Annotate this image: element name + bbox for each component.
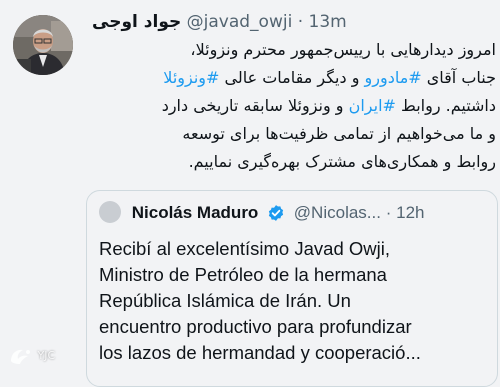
text-segment: امروز دیدارهایی با رییس‌جمهور محترم ونزو… bbox=[190, 40, 496, 59]
tweet-text-line: امروز دیدارهایی با رییس‌جمهور محترم ونزو… bbox=[72, 36, 496, 64]
tweet-text-line: داشتیم. روابط #ایران و ونزوئلا سابقه تار… bbox=[72, 92, 496, 120]
separator-dot: · bbox=[385, 203, 392, 222]
text-segment: داشتیم. روابط bbox=[395, 96, 496, 115]
yjc-logo-icon bbox=[11, 349, 30, 364]
tweet-text-line: روابط و همکاری‌های مشترک بهره‌گیری نمایی… bbox=[72, 148, 496, 176]
verified-badge-icon bbox=[267, 203, 285, 231]
hashtag-link[interactable]: #مادورو bbox=[365, 68, 422, 87]
quoted-author-name[interactable]: Nicolás Maduro bbox=[132, 203, 259, 222]
author-handle[interactable]: @javad_owji bbox=[187, 12, 293, 32]
quoted-text-line: República Islámica de Irán. Un bbox=[99, 290, 351, 311]
hashtag-link[interactable]: #ایران bbox=[349, 96, 396, 115]
quoted-tweet-time[interactable]: 12h bbox=[396, 203, 424, 222]
author-avatar[interactable] bbox=[13, 15, 73, 75]
tweet-text-line: و ما می‌خواهیم از تمامی ظرفیت‌ها برای تو… bbox=[72, 120, 496, 148]
quoted-tweet-text: Recibí al excelentísimo Javad Owji, Mini… bbox=[99, 236, 495, 366]
watermark-logo: YJC bbox=[8, 345, 55, 367]
quoted-author-handle[interactable]: @Nicolas... bbox=[294, 203, 381, 222]
hashtag-link[interactable]: #ونزوئلا bbox=[163, 68, 219, 87]
separator-dot: · bbox=[297, 12, 304, 32]
tweet-header: جواد اوجی @javad_owji · 13m bbox=[92, 9, 500, 35]
text-segment: و دیگر مقامات عالی bbox=[219, 68, 365, 87]
author-photo bbox=[13, 15, 73, 75]
author-name[interactable]: جواد اوجی bbox=[92, 12, 181, 32]
text-segment: و ما می‌خواهیم از تمامی ظرفیت‌ها برای تو… bbox=[182, 124, 496, 143]
quoted-author-avatar[interactable] bbox=[99, 201, 121, 223]
tweet-text-line: جناب آقای #مادورو و دیگر مقامات عالی #ون… bbox=[72, 64, 496, 92]
text-segment: و ونزوئلا سابقه تاریخی دارد bbox=[161, 96, 349, 115]
tweet-time[interactable]: 13m bbox=[309, 12, 347, 32]
text-segment: روابط و همکاری‌های مشترک بهره‌گیری نمایی… bbox=[188, 152, 496, 171]
quoted-tweet[interactable]: Nicolás Maduro @Nicolas... · 12h Recibí … bbox=[86, 190, 498, 387]
quoted-text-line: Recibí al excelentísimo Javad Owji, bbox=[99, 238, 390, 259]
quoted-tweet-header: Nicolás Maduro @Nicolas... · 12h bbox=[99, 199, 489, 227]
text-segment: جناب آقای bbox=[421, 68, 496, 87]
watermark-text: YJC bbox=[37, 349, 56, 362]
tweet[interactable]: جواد اوجی @javad_owji · 13m امروز دیداره… bbox=[0, 0, 500, 387]
quoted-text-line: Ministro de Petróleo de la hermana bbox=[99, 264, 387, 285]
quoted-text-line: los lazos de hermandad y cooperació... bbox=[99, 342, 421, 363]
tweet-text: امروز دیدارهایی با رییس‌جمهور محترم ونزو… bbox=[72, 36, 496, 176]
quoted-text-line: encuentro productivo para profundizar bbox=[99, 316, 412, 337]
